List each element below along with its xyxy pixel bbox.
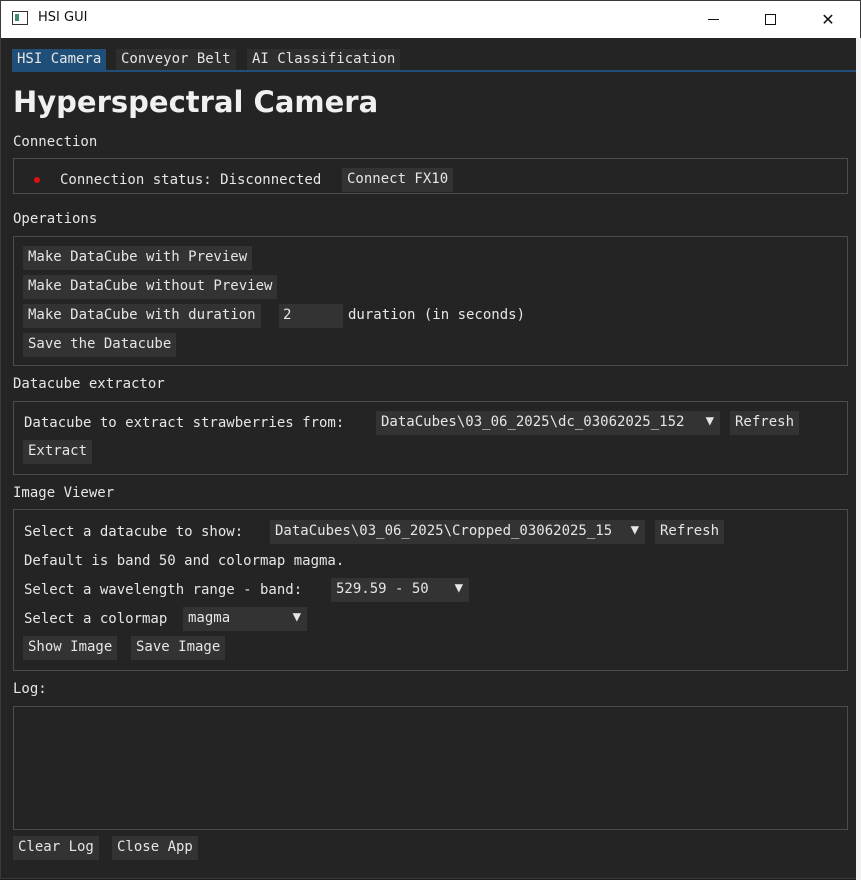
log-section-label: Log: [13, 681, 47, 697]
window-title: HSI GUI [38, 10, 88, 25]
viewer-select-prompt: Select a datacube to show: [24, 524, 244, 540]
window-edge [856, 38, 861, 880]
status-indicator-icon [34, 177, 40, 183]
clear-log-button[interactable]: Clear Log [13, 836, 99, 860]
extract-datacube-value: DataCubes\03_06_2025\dc_03062025_152 [381, 414, 685, 430]
extractor-section-label: Datacube extractor [13, 376, 165, 392]
extractor-prompt: Datacube to extract strawberries from: [24, 415, 345, 431]
extract-button[interactable]: Extract [23, 440, 93, 464]
close-icon: ✕ [821, 10, 835, 29]
wavelength-select[interactable]: 529.59 - 50 ▼ [331, 578, 469, 602]
tab-hsi-camera[interactable]: HSI Camera [12, 49, 107, 71]
connection-status-text: Connection status: Disconnected [60, 172, 322, 188]
app-window: HSI GUI ✕ HSI Camera Conveyor Belt AI Cl… [0, 0, 861, 880]
maximize-icon [764, 14, 776, 25]
wavelength-prompt: Select a wavelength range - band: [24, 582, 303, 598]
minimize-icon [707, 19, 719, 20]
log-output[interactable] [13, 706, 848, 830]
show-datacube-value: DataCubes\03_06_2025\Cropped_03062025_15 [275, 523, 613, 539]
chevron-down-icon: ▼ [705, 413, 714, 429]
extractor-group: Datacube to extract strawberries from: D… [13, 401, 848, 475]
close-app-button[interactable]: Close App [112, 836, 198, 860]
viewer-refresh-button[interactable]: Refresh [655, 520, 725, 544]
duration-input[interactable]: 2 [279, 304, 343, 328]
make-datacube-no-preview-button[interactable]: Make DataCube without Preview [23, 275, 278, 299]
extract-datacube-select[interactable]: DataCubes\03_06_2025\dc_03062025_152 ▼ [376, 411, 720, 435]
connection-group: Connection status: Disconnected Connect … [13, 158, 848, 194]
title-bar[interactable]: HSI GUI ✕ [1, 1, 860, 38]
make-datacube-duration-button[interactable]: Make DataCube with duration [23, 304, 261, 328]
main-content: HSI Camera Conveyor Belt AI Classificati… [2, 38, 856, 878]
connect-fx10-button[interactable]: Connect FX10 [342, 168, 454, 192]
operations-group: Make DataCube with Preview Make DataCube… [13, 236, 848, 366]
save-image-button[interactable]: Save Image [131, 636, 226, 660]
colormap-value: magma [188, 610, 231, 626]
tab-conveyor-belt[interactable]: Conveyor Belt [116, 49, 236, 71]
save-datacube-button[interactable]: Save the Datacube [23, 333, 177, 357]
chevron-down-icon: ▼ [630, 522, 639, 538]
page-title: Hyperspectral Camera [13, 85, 379, 119]
colormap-prompt: Select a colormap [24, 611, 168, 627]
tab-underline [12, 70, 856, 72]
viewer-section-label: Image Viewer [13, 485, 115, 501]
extractor-refresh-button[interactable]: Refresh [730, 411, 800, 435]
wavelength-value: 529.59 - 50 [336, 581, 429, 597]
minimize-button[interactable] [684, 1, 742, 38]
operations-section-label: Operations [13, 211, 98, 227]
app-icon [12, 11, 28, 25]
default-note: Default is band 50 and colormap magma. [24, 553, 345, 569]
viewer-group: Select a datacube to show: DataCubes\03_… [13, 509, 848, 671]
chevron-down-icon: ▼ [292, 609, 301, 625]
tab-ai-classification[interactable]: AI Classification [247, 49, 401, 71]
make-datacube-preview-button[interactable]: Make DataCube with Preview [23, 246, 253, 270]
show-image-button[interactable]: Show Image [23, 636, 118, 660]
colormap-select[interactable]: magma ▼ [183, 607, 307, 631]
maximize-button[interactable] [741, 1, 799, 38]
connection-section-label: Connection [13, 134, 98, 150]
duration-label: duration (in seconds) [348, 307, 526, 323]
chevron-down-icon: ▼ [454, 580, 463, 596]
close-window-button[interactable]: ✕ [799, 1, 857, 38]
show-datacube-select[interactable]: DataCubes\03_06_2025\Cropped_03062025_15… [270, 520, 645, 544]
